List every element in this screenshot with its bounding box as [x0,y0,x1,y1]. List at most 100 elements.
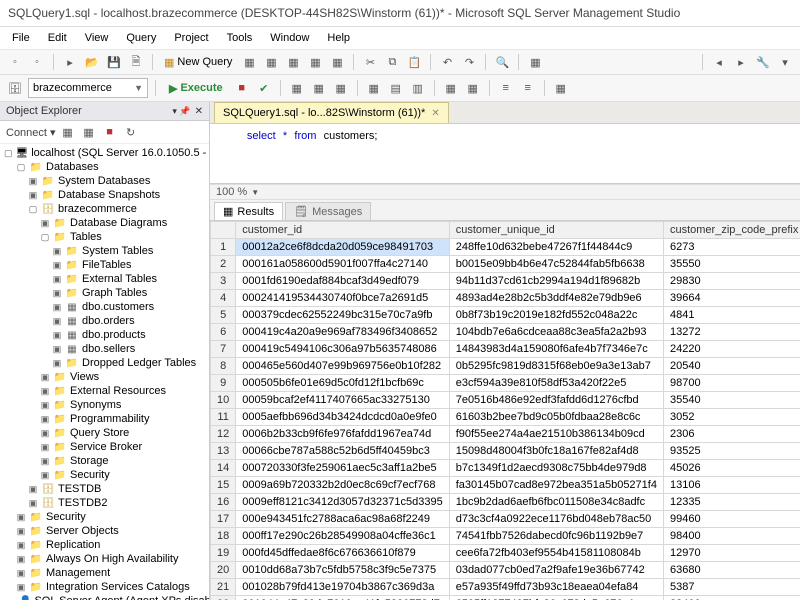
menu-project[interactable]: Project [166,30,216,46]
security-node[interactable]: ▣📁Security [0,510,209,524]
row-number[interactable]: 15 [211,477,236,494]
stop-icon[interactable]: ■ [233,79,251,97]
results-file-icon[interactable]: ▥ [409,79,427,97]
cell[interactable]: 20540 [663,358,800,375]
tables-node[interactable]: ▢📁Tables [0,230,209,244]
query-store-node[interactable]: ▣📁Query Store [0,426,209,440]
save-icon[interactable]: 💾 [105,53,123,71]
open-icon[interactable]: 📂 [83,53,101,71]
cell[interactable]: 000419c4a20a9e969af783496f3408652 [236,324,449,341]
table-row[interactable]: 1000059bcaf2ef4117407665ac332751307e0516… [211,392,800,409]
external-resources-node[interactable]: ▣📁External Resources [0,384,209,398]
agent-node[interactable]: 👤SQL Server Agent (Agent XPs disabled) [0,594,209,600]
views-node[interactable]: ▣📁Views [0,370,209,384]
cell[interactable]: 000e943451fc2788aca6ac98a68f2249 [236,511,449,528]
pin-icon[interactable]: ▾ 📌 [172,106,190,117]
menu-query[interactable]: Query [118,30,164,46]
cell[interactable]: 24220 [663,341,800,358]
row-number[interactable]: 1 [211,239,236,256]
cell[interactable]: 98700 [663,375,800,392]
outdent-icon[interactable]: ≡ [519,79,537,97]
table-row[interactable]: 4000241419534430740f0bce7a2691d54893ad4e… [211,290,800,307]
col-customer-id[interactable]: customer_id [236,222,449,239]
indent-icon[interactable]: ≡ [497,79,515,97]
menu-tools[interactable]: Tools [219,30,261,46]
cell[interactable]: e57a935f49ffd73b93c18eaea04efa84 [449,579,663,596]
programmability-node[interactable]: ▣📁Programmability [0,412,209,426]
table-row[interactable]: 7000419c5494106c306a97b56357480861484398… [211,341,800,358]
row-number[interactable]: 17 [211,511,236,528]
cell[interactable]: 000505b6fe01e69d5c0fd12f1bcfb69c [236,375,449,392]
cell[interactable]: 03dad077cb0ed7a2f9afe19e36b67742 [449,562,663,579]
cell[interactable]: 00066cbe787a588c52b6d5ff40459bc3 [236,443,449,460]
menu-window[interactable]: Window [262,30,317,46]
cell[interactable]: 93525 [663,443,800,460]
always-on-node[interactable]: ▣📁Always On High Availability [0,552,209,566]
cell[interactable]: 7e0516b486e92edf3fafdd6d1276cfbd [449,392,663,409]
cell[interactable]: 94b11d37cd61cb2994a194d1f89682b [449,273,663,290]
cell[interactable]: 13272 [663,324,800,341]
row-number[interactable]: 11 [211,409,236,426]
cell[interactable]: 0b8f73b19c2019e182fd552c048a22c [449,307,663,324]
cell[interactable]: e3cf594a39e810f58df53a420f22e5 [449,375,663,392]
cell[interactable]: 35540 [663,392,800,409]
table-row[interactable]: 110005aefbb696d34b3424dcdcd0a0e9fe061603… [211,409,800,426]
table-sellers-node[interactable]: ▣▦dbo.sellers [0,342,209,356]
storage-node[interactable]: ▣📁Storage [0,454,209,468]
cell[interactable]: 2306 [663,426,800,443]
object-explorer-tree[interactable]: ▢🖥localhost (SQL Server 16.0.1050.5 - DE… [0,144,209,600]
cell[interactable]: 0009eff8121c3412d3057d32371c5d3395 [236,494,449,511]
table-row[interactable]: 14000720330f3fe259061aec5c3aff1a2be5b7c1… [211,460,800,477]
tb-icon-4[interactable]: ▦ [306,53,324,71]
table-row[interactable]: 120006b2b33cb9f6fe976fafdd1967ea74df90f5… [211,426,800,443]
row-number[interactable]: 10 [211,392,236,409]
table-row[interactable]: 150009a69b720332b2d0ec8c69cf7ecf768fa301… [211,477,800,494]
table-row[interactable]: 30001fd6190edaf884bcaf3d49edf07994b11d37… [211,273,800,290]
cell[interactable]: 12970 [663,545,800,562]
table-row[interactable]: 22001044a47c29da7010ce41fe5220778d76595f… [211,596,800,600]
database-selector[interactable]: brazecommerce ▼ [28,78,148,98]
connect-button[interactable]: Connect ▾ [6,126,56,139]
cell[interactable]: 00012a2ce6f8dcda20d059ce98491703 [236,239,449,256]
cell[interactable]: 000465e560d407e99b969756e0b10f282 [236,358,449,375]
sql-editor[interactable]: select * from customers; [210,124,800,184]
tb-icon-2[interactable]: ▦ [262,53,280,71]
menu-edit[interactable]: Edit [40,30,75,46]
system-databases-node[interactable]: ▣📁System Databases [0,174,209,188]
cell[interactable]: 00059bcaf2ef4117407665ac33275130 [236,392,449,409]
cell[interactable]: 000720330f3fe259061aec5c3aff1a2be5 [236,460,449,477]
tb-icon-3[interactable]: ▦ [284,53,302,71]
parse-icon[interactable]: ✔ [255,79,273,97]
server-node[interactable]: ▢🖥localhost (SQL Server 16.0.1050.5 - DE… [0,146,209,160]
databases-node[interactable]: ▢📁Databases [0,160,209,174]
solution-icon[interactable]: ▦ [526,53,544,71]
row-number[interactable]: 9 [211,375,236,392]
cell[interactable]: 74541fbb7526dabecd0fc96b1192b9e7 [449,528,663,545]
chevron-down-icon[interactable]: ▼ [251,188,259,197]
uncomment-icon[interactable]: ▦ [464,79,482,97]
connect-icon-2[interactable]: ▦ [80,123,98,141]
security-db-node[interactable]: ▣📁Security [0,468,209,482]
close-tab-icon[interactable]: ✕ [431,108,439,119]
cell[interactable]: 4893ad4e28b2c5b3ddf4e82e79db9e6 [449,290,663,307]
undo-icon[interactable]: ↶ [438,53,456,71]
cell[interactable]: 000161a058600d5901f007ffa4c27140 [236,256,449,273]
cell[interactable]: 0b5295fc9819d8315f68eb0e9a3e13ab7 [449,358,663,375]
new-query-button[interactable]: ▦ New Query [160,56,236,69]
cell[interactable]: 0001fd6190edaf884bcaf3d49edf079 [236,273,449,290]
results-grid[interactable]: customer_id customer_unique_id customer_… [210,221,800,600]
cell[interactable]: 1bc9b2dad6aefb6fbc011508e34c8adfc [449,494,663,511]
col-customer-unique[interactable]: customer_unique_id [449,222,663,239]
cell[interactable]: 0010dd68a73b7c5fdb5758c3f9c5e7375 [236,562,449,579]
cell[interactable]: 4841 [663,307,800,324]
cell[interactable]: 29830 [663,273,800,290]
cell[interactable]: 35550 [663,256,800,273]
row-number[interactable]: 8 [211,358,236,375]
replication-node[interactable]: ▣📁Replication [0,538,209,552]
database-snapshots-node[interactable]: ▣📁Database Snapshots [0,188,209,202]
cell[interactable]: 001044a47c29da7010ce41fe5220778d7 [236,596,449,600]
table-row[interactable]: 8000465e560d407e99b969756e0b10f2820b5295… [211,358,800,375]
table-row[interactable]: 160009eff8121c3412d3057d32371c5d33951bc9… [211,494,800,511]
graph-tables-node[interactable]: ▣📁Graph Tables [0,286,209,300]
col-zip-prefix[interactable]: customer_zip_code_prefix [663,222,800,239]
